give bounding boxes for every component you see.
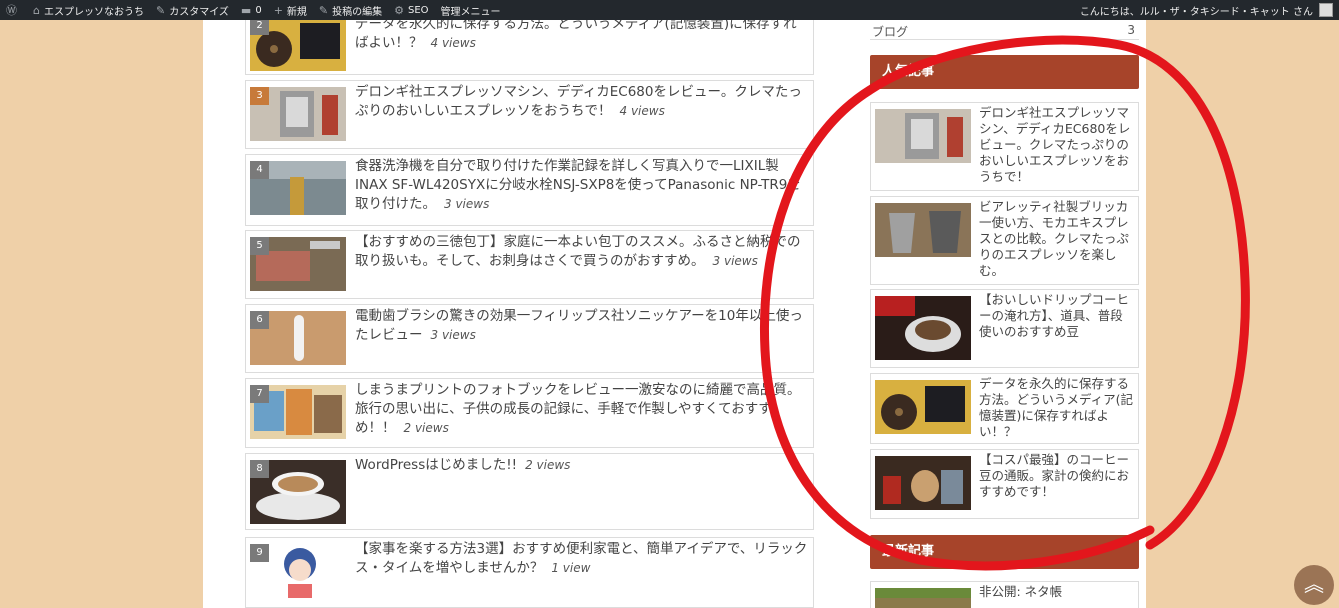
pencil-icon: ✎	[318, 3, 329, 17]
edit-post-link[interactable]: ✎ 投稿の編集	[313, 0, 388, 20]
ranking-title: 【おすすめの三徳包丁】家庭に一本よい包丁のススメ。ふるさと納税での取り扱いも。そ…	[355, 234, 801, 269]
popular-post-title: 【おいしいドリップコーヒーの淹れ方】、道具、普段使いのおすすめ豆	[979, 292, 1130, 339]
ranking-item[interactable]: 6 電動歯ブラシの驚きの効果一フィリップス社ソニッケアーを10年以上使ったレビュ…	[245, 304, 814, 373]
rank-number: 9	[250, 544, 269, 562]
post-thumbnail	[875, 456, 971, 510]
popular-post-title: データを永久的に保存する方法。どういうメディア(記憶装置)に保存すればよい！？	[979, 376, 1134, 439]
seo-link[interactable]: ⚙ SEO	[388, 0, 434, 20]
home-icon: ⌂	[33, 3, 40, 17]
ranking-title: 食器洗浄機を自分で取り付けた作業記録を詳しく写真入りで一LIXIL製INAX S…	[355, 158, 801, 212]
user-greeting[interactable]: こんにちは、ルル・ザ・タキシード・キャット さん	[1080, 3, 1339, 18]
comments-link[interactable]: ▬ 0	[235, 0, 268, 20]
rank-number: 5	[250, 237, 269, 255]
recent-posts-title: 最新記事	[870, 535, 1139, 569]
plus-icon: +	[273, 3, 283, 17]
ranking-title: データを永久的に保存する方法。どういうメディア(記憶装置)に保存すればよい！？ 4…	[355, 16, 797, 51]
double-chevron-up-icon: ︽	[1304, 572, 1324, 596]
rank-number: 3	[250, 87, 269, 105]
post-thumbnail: 5	[250, 237, 346, 291]
ranking-item[interactable]: 4 食器洗浄機を自分で取り付けた作業記録を詳しく写真入りで一LIXIL製INAX…	[245, 154, 814, 226]
popular-post-item[interactable]: ビアレッティ社製ブリッカ一使い方、モカエキスプレスとの比較。クレマたっぷりのエス…	[870, 196, 1139, 285]
brush-icon: ✎	[155, 3, 166, 17]
ranking-item[interactable]: 5 【おすすめの三徳包丁】家庭に一本よい包丁のススメ。ふるさと納税での取り扱いも…	[245, 230, 814, 299]
rank-number: 8	[250, 460, 269, 478]
popular-post-title: デロンギ社エスプレッソマシン、デディカEC680をレビュー。クレマたっぷりのおい…	[979, 105, 1131, 184]
popular-post-item[interactable]: データを永久的に保存する方法。どういうメディア(記憶装置)に保存すればよい！？	[870, 373, 1139, 444]
ranking-title: WordPressはじめました!! 2 views	[355, 457, 571, 473]
rank-number: 4	[250, 161, 269, 179]
popular-post-item[interactable]: デロンギ社エスプレッソマシン、デディカEC680をレビュー。クレマたっぷりのおい…	[870, 102, 1139, 191]
ranking-title: デロンギ社エスプレッソマシン、デディカEC680をレビュー。クレマたっぷりのおい…	[355, 84, 802, 119]
scroll-to-top-button[interactable]: ︽	[1294, 565, 1334, 605]
popular-post-title: 【コスパ最強】のコーヒー豆の通販。家計の倹約におすすめです！	[979, 452, 1130, 499]
comment-icon: ▬	[240, 3, 252, 17]
post-thumbnail: 9	[250, 544, 346, 598]
post-thumbnail: 4	[250, 161, 346, 215]
post-thumbnail	[875, 109, 971, 163]
new-content-link[interactable]: + 新規	[268, 0, 313, 20]
post-thumbnail	[875, 203, 971, 257]
gear-icon: ⚙	[394, 3, 404, 17]
ranking-item[interactable]: 7 しまうまプリントのフォトブックをレビュー一激安なのに綺麗で高品質。旅行の思い…	[245, 378, 814, 448]
post-thumbnail: 3	[250, 87, 346, 141]
popular-post-item[interactable]: 【おいしいドリップコーヒーの淹れ方】、道具、普段使いのおすすめ豆	[870, 289, 1139, 368]
post-thumbnail: 2	[250, 17, 346, 71]
recent-post-item[interactable]: 非公開: ネタ帳	[870, 581, 1139, 608]
popular-posts-title: 人気記事	[870, 55, 1139, 89]
ranking-item[interactable]: 9 【家事を楽する方法3選】おすすめ便利家電と、簡単アイデアで、リラックス・タイ…	[245, 537, 814, 608]
ranking-item[interactable]: 8 WordPressはじめました!! 2 views	[245, 453, 814, 530]
popular-post-item[interactable]: 【コスパ最強】のコーヒー豆の通販。家計の倹約におすすめです！	[870, 449, 1139, 519]
post-thumbnail	[875, 588, 971, 608]
post-thumbnail: 8	[250, 460, 346, 524]
wordpress-logo-icon[interactable]: Ⓦ	[0, 0, 27, 20]
sidebar-category-item[interactable]: ブログ 3	[870, 20, 1139, 40]
customize-link[interactable]: ✎ カスタマイズ	[150, 0, 235, 20]
post-thumbnail: 6	[250, 311, 346, 365]
ranking-title: 電動歯ブラシの驚きの効果一フィリップス社ソニッケアーを10年以上使ったレビュー 3…	[355, 308, 803, 343]
post-thumbnail: 7	[250, 385, 346, 439]
rank-number: 7	[250, 385, 269, 403]
post-thumbnail	[875, 296, 971, 360]
avatar	[1319, 3, 1333, 17]
ranking-title: しまうまプリントのフォトブックをレビュー一激安なのに綺麗で高品質。旅行の思い出に…	[355, 382, 801, 436]
ranking-title: 【家事を楽する方法3選】おすすめ便利家電と、簡単アイデアで、リラックス・タイムを…	[355, 541, 808, 576]
post-thumbnail	[875, 380, 971, 434]
admin-menu-link[interactable]: 管理メニュー	[435, 0, 507, 20]
rank-number: 6	[250, 311, 269, 329]
recent-post-title: 非公開: ネタ帳	[979, 584, 1063, 599]
ranking-item[interactable]: 3 デロンギ社エスプレッソマシン、デディカEC680をレビュー。クレマたっぷりの…	[245, 80, 814, 149]
popular-post-title: ビアレッティ社製ブリッカ一使い方、モカエキスプレスとの比較。クレマたっぷりのエス…	[979, 199, 1129, 278]
admin-bar: Ⓦ ⌂ エスプレッソなおうち ✎ カスタマイズ ▬ 0 + 新規 ✎ 投稿の編集 ⚙ SEO…	[0, 0, 1339, 20]
site-name-link[interactable]: ⌂ エスプレッソなおうち	[27, 0, 150, 20]
